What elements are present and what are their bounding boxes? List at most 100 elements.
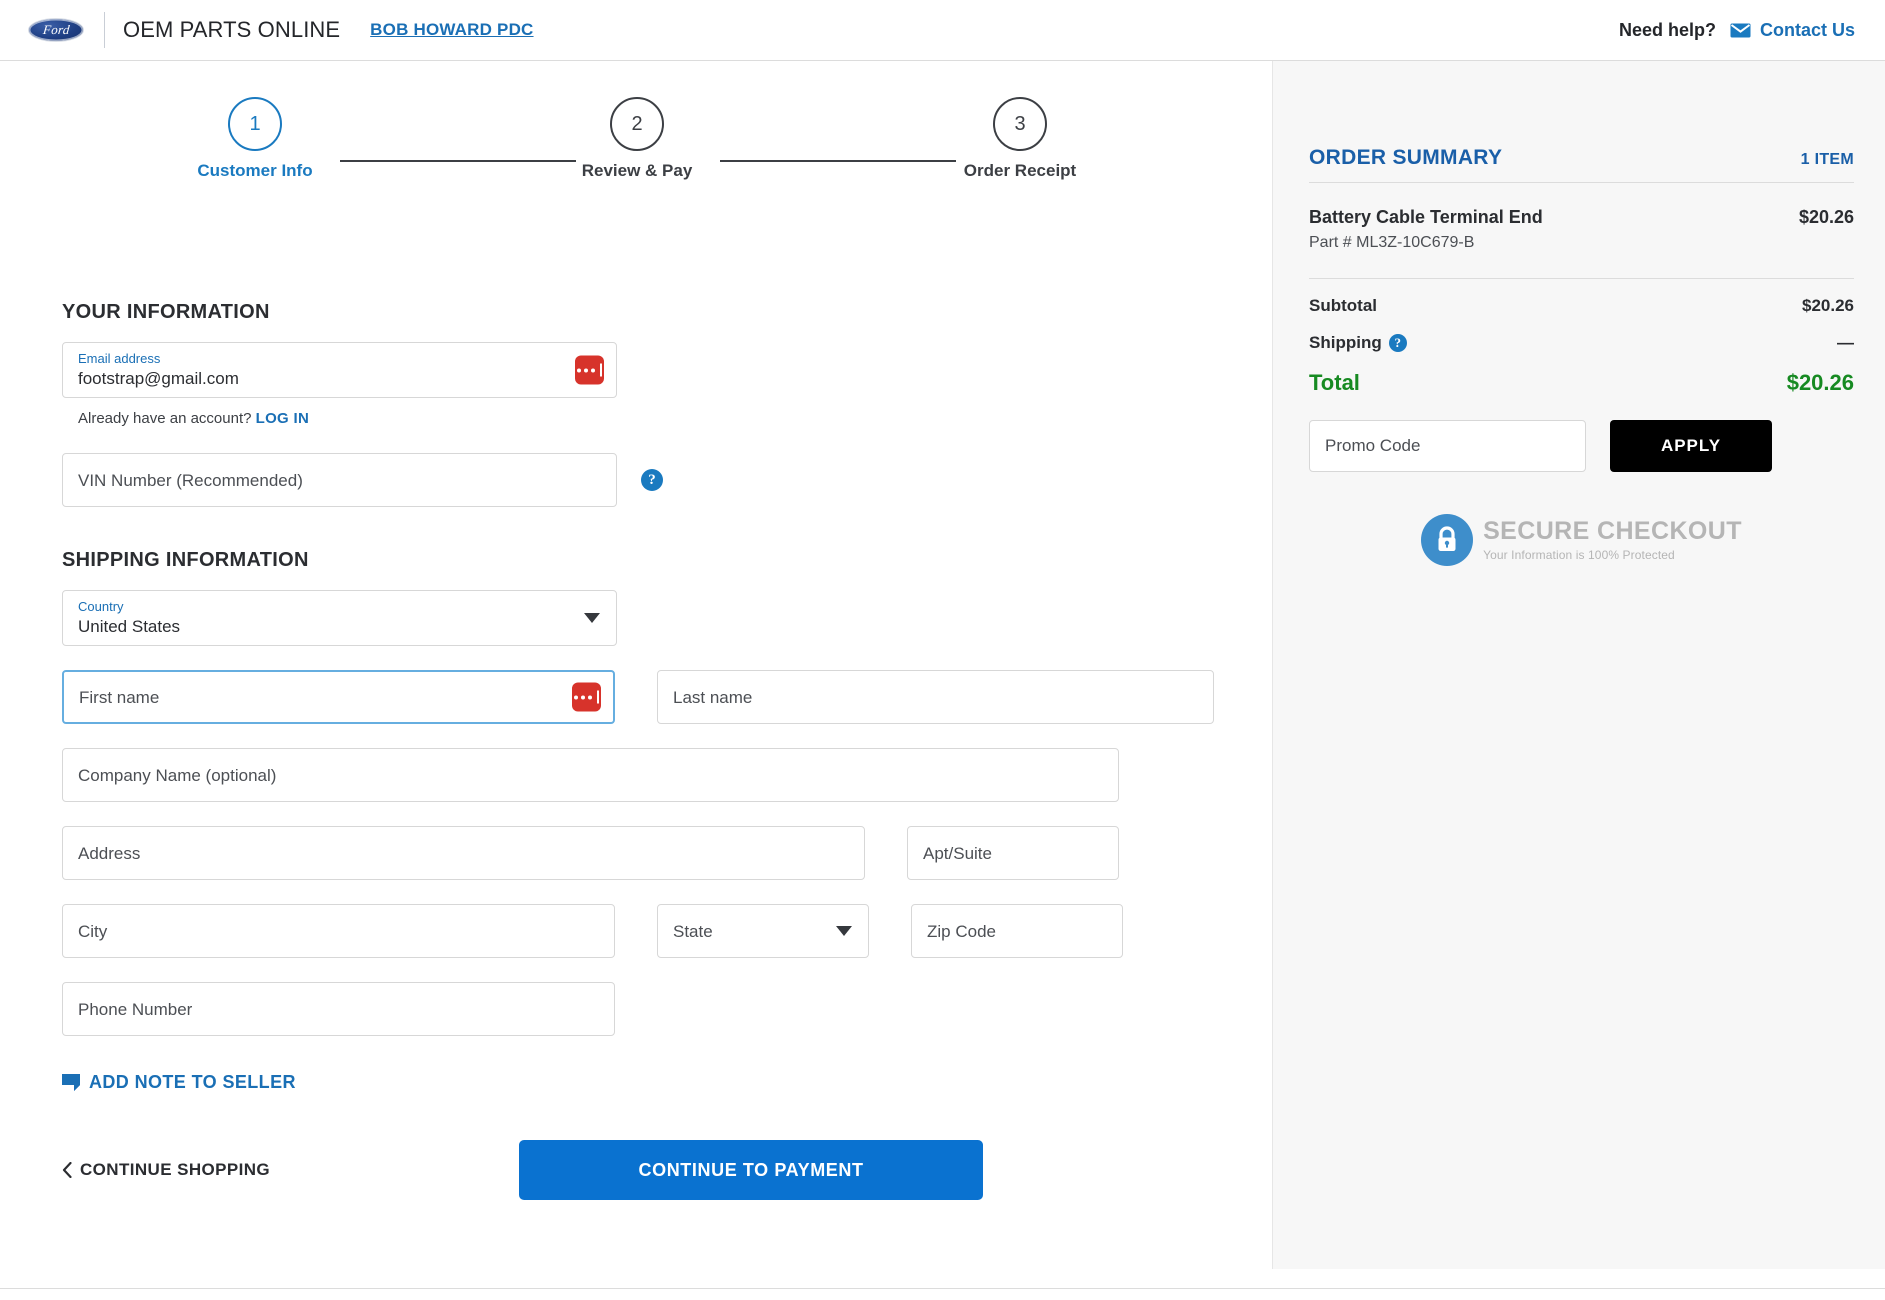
company-name-input[interactable]: Company Name (optional) <box>62 748 1119 802</box>
first-name-input[interactable]: First name <box>62 670 615 724</box>
city-placeholder: City <box>78 921 108 941</box>
stepper-step-1-number: 1 <box>228 97 282 151</box>
city-state-zip-row: City State Zip Code <box>62 904 1222 958</box>
add-note-to-seller-link[interactable]: ADD NOTE TO SELLER <box>62 1072 296 1093</box>
stepper-step-2-number: 2 <box>610 97 664 151</box>
lastpass-bar <box>597 690 599 704</box>
line-item-price: $20.26 <box>1798 207 1854 227</box>
address-placeholder: Address <box>78 843 141 863</box>
subtotal-label: Subtotal <box>1309 296 1377 315</box>
site-header: Ford OEM PARTS ONLINE BOB HOWARD PDC Nee… <box>0 0 1885 60</box>
login-prompt: Already have an account? LOG IN <box>78 410 1222 427</box>
line-item-name: Battery Cable Terminal End <box>1309 207 1543 227</box>
lastpass-dot <box>581 695 585 699</box>
stepper-step-3-label: Order Receipt <box>963 161 1077 180</box>
line-item-part-number: Part # ML3Z-10C679-B <box>1309 234 1475 251</box>
apt-suite-placeholder: Apt/Suite <box>923 843 992 863</box>
total-row: Total $20.26 <box>1309 370 1854 396</box>
lastpass-dot <box>588 695 592 699</box>
vin-row: VIN Number (Recommended) ? <box>62 453 1222 507</box>
zip-code-placeholder: Zip Code <box>927 921 996 941</box>
stepper-step-customer-info[interactable]: 1 Customer Info <box>135 97 375 181</box>
vin-field[interactable]: VIN Number (Recommended) <box>62 453 617 507</box>
last-name-placeholder: Last name <box>673 687 753 707</box>
continue-shopping-link[interactable]: CONTINUE SHOPPING <box>62 1160 270 1180</box>
last-name-input[interactable]: Last name <box>657 670 1214 724</box>
stepper-step-1-label: Customer Info <box>197 161 313 180</box>
total-value: $20.26 <box>1786 370 1854 395</box>
shipping-label: Shipping <box>1309 333 1382 352</box>
email-field-label: Email address <box>78 350 161 366</box>
stepper-step-2-label: Review & Pay <box>581 161 693 180</box>
chevron-down-icon <box>584 613 600 623</box>
city-input[interactable]: City <box>62 904 615 958</box>
first-name-placeholder: First name <box>79 687 160 707</box>
shipping-value: — <box>1837 333 1854 352</box>
apply-promo-button[interactable]: APPLY <box>1610 420 1772 472</box>
order-summary-rule-top <box>1309 182 1854 183</box>
log-in-link[interactable]: LOG IN <box>256 410 309 427</box>
email-field-stack: Email address footstrap@gmail.com <box>63 343 239 397</box>
chevron-left-icon <box>62 1162 72 1178</box>
shipping-help-icon[interactable]: ? <box>1388 334 1407 352</box>
lock-icon <box>1421 514 1474 566</box>
contact-us-label: Contact Us <box>1759 19 1855 40</box>
country-select-label: Country <box>78 598 124 614</box>
address-row: Address Apt/Suite <box>62 826 1222 880</box>
add-note-to-seller-label: ADD NOTE TO SELLER <box>89 1072 296 1092</box>
note-icon <box>62 1074 80 1091</box>
company-name-placeholder: Company Name (optional) <box>78 765 277 785</box>
secure-checkout-title: SECURE CHECKOUT <box>1483 517 1742 546</box>
email-field-value: footstrap@gmail.com <box>78 369 239 388</box>
header-support: Need help? Contact Us <box>1619 20 1855 41</box>
your-information-heading: YOUR INFORMATION <box>62 301 270 323</box>
need-help-label: Need help? <box>1618 19 1716 40</box>
ford-logo-text: Ford <box>41 22 71 37</box>
state-placeholder: State <box>673 921 713 941</box>
envelope-icon <box>1730 23 1751 37</box>
line-item-row: Battery Cable Terminal End $20.26 <box>1309 207 1854 228</box>
checkout-page: Ford OEM PARTS ONLINE BOB HOWARD PDC Nee… <box>0 0 1885 1300</box>
secure-checkout-text: SECURE CHECKOUT Your Information is 100%… <box>1483 517 1742 562</box>
lastpass-autofill-icon[interactable] <box>572 682 601 712</box>
form-actions: CONTINUE SHOPPING CONTINUE TO PAYMENT <box>62 1140 1222 1200</box>
lastpass-autofill-icon[interactable] <box>575 355 604 385</box>
state-select[interactable]: State <box>657 904 869 958</box>
stepper-step-review-pay[interactable]: 2 Review & Pay <box>517 97 757 181</box>
checkout-stepper: 1 Customer Info 2 Review & Pay 3 Order R… <box>0 97 1272 207</box>
header-brand: Ford OEM PARTS ONLINE BOB HOWARD PDC <box>28 12 534 48</box>
email-field[interactable]: Email address footstrap@gmail.com <box>62 342 617 398</box>
phone-number-input[interactable]: Phone Number <box>62 982 615 1036</box>
line-item: Battery Cable Terminal End $20.26 Part #… <box>1309 207 1854 252</box>
promo-code-input[interactable]: Promo Code <box>1309 420 1586 472</box>
shipping-row: Shipping ? — <box>1309 333 1854 353</box>
lastpass-bar <box>600 363 602 377</box>
total-label: Total <box>1309 370 1360 395</box>
order-summary-line-items: Battery Cable Terminal End $20.26 Part #… <box>1309 207 1854 252</box>
chevron-down-icon <box>836 926 852 936</box>
secure-checkout-badge: SECURE CHECKOUT Your Information is 100%… <box>1309 514 1854 566</box>
contact-us-link[interactable]: Contact Us <box>1730 20 1855 41</box>
footer-rule <box>0 1288 1885 1289</box>
dealer-name-link[interactable]: BOB HOWARD PDC <box>370 20 533 40</box>
subtotal-value: $20.26 <box>1802 296 1854 315</box>
promo-code-row: Promo Code APPLY <box>1309 420 1854 472</box>
apt-suite-input[interactable]: Apt/Suite <box>907 826 1119 880</box>
country-select[interactable]: Country United States <box>62 590 617 646</box>
zip-code-input[interactable]: Zip Code <box>911 904 1123 958</box>
address-input[interactable]: Address <box>62 826 865 880</box>
vin-help-icon[interactable]: ? <box>641 469 663 491</box>
order-summary-rule-bottom <box>1309 278 1854 279</box>
order-summary-column: ORDER SUMMARY 1 ITEM Battery Cable Termi… <box>1272 61 1885 1269</box>
continue-to-payment-button[interactable]: CONTINUE TO PAYMENT <box>519 1140 984 1200</box>
stepper-step-order-receipt[interactable]: 3 Order Receipt <box>900 97 1140 181</box>
ford-logo-icon: Ford <box>28 18 84 42</box>
shipping-information-heading: SHIPPING INFORMATION <box>62 549 309 571</box>
checkout-form: YOUR INFORMATION Email address footstrap… <box>62 301 1222 1200</box>
order-summary-title: ORDER SUMMARY <box>1309 146 1503 169</box>
lastpass-dot <box>584 368 588 372</box>
page-title: OEM PARTS ONLINE <box>123 17 341 42</box>
order-summary-panel: ORDER SUMMARY 1 ITEM Battery Cable Termi… <box>1309 146 1854 566</box>
lastpass-dot <box>591 368 595 372</box>
stepper-step-3-number: 3 <box>993 97 1047 151</box>
